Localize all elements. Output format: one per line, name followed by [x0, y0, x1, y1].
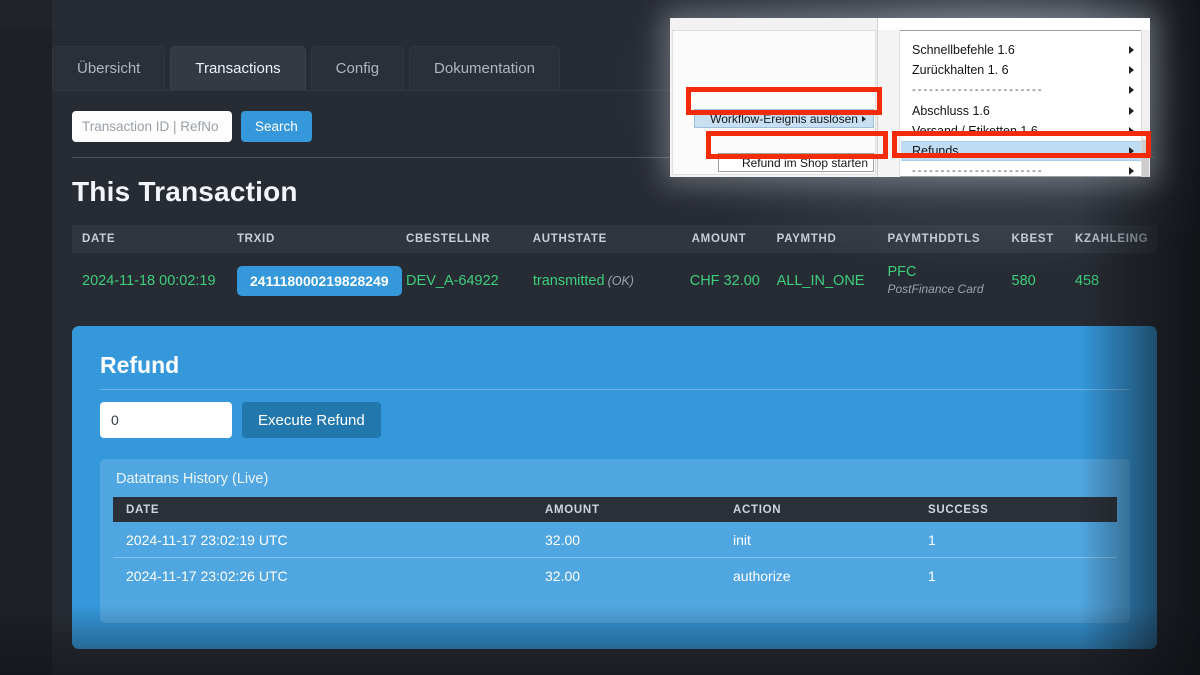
col-header-kzahleing: KZAHLEING	[1074, 233, 1149, 245]
tab-label: Übersicht	[77, 60, 141, 77]
cell-cbestellnr: DEV_A-64922	[406, 273, 499, 289]
tab-label: Dokumentation	[434, 60, 535, 77]
menu-item-versand-etiketten[interactable]: Versand / Etiketten 1.6	[901, 121, 1141, 141]
execute-refund-button[interactable]: Execute Refund	[242, 402, 381, 438]
menu-item-abschluss[interactable]: Abschluss 1.6	[901, 101, 1141, 121]
col-header-amount: AMOUNT	[691, 233, 747, 245]
chevron-right-icon	[862, 115, 866, 122]
authstate-value: transmitted	[532, 273, 605, 289]
cell-amount: CHF 32.00	[689, 273, 760, 289]
menu-item-label: Schnellbefehle 1.6	[912, 43, 1015, 57]
hist-col-header-success: SUCCESS	[928, 503, 989, 516]
hist-cell-amount: 32.00	[545, 531, 581, 548]
tab-bar: Übersicht Transactions Config Dokumentat…	[52, 46, 560, 90]
menu-item-schnellbefehle[interactable]: Schnellbefehle 1.6	[901, 40, 1141, 60]
chevron-right-icon	[1129, 107, 1134, 115]
menu-item-zurueckhalten[interactable]: Zurückhalten 1. 6	[901, 60, 1141, 80]
menu-separator-label: - - - - - - - - - - - - - - - - - - - - …	[912, 165, 1042, 177]
authstate-note: (OK)	[607, 274, 634, 288]
scrollbar-thumb[interactable]	[1142, 140, 1149, 177]
tab-label: Config	[335, 60, 380, 77]
search-button[interactable]: Search	[241, 111, 312, 142]
hist-cell-action: authorize	[733, 568, 791, 584]
tab-uebersicht[interactable]: Übersicht	[52, 46, 166, 90]
context-menu-overlay: Schnellbefehle 1.6 Zurückhalten 1. 6 - -…	[670, 18, 1150, 177]
chevron-right-icon	[1129, 167, 1134, 175]
menu-item-label: Versand / Etiketten 1.6	[912, 124, 1038, 138]
datatrans-history-title: Datatrans History (Live)	[116, 471, 269, 487]
search-row: Search	[72, 111, 312, 142]
transaction-table: DATE TRXID CBESTELLNR AUTHSTATE AMOUNT P…	[72, 225, 1157, 309]
tab-dokumentation[interactable]: Dokumentation	[409, 46, 560, 90]
refund-panel-divider	[100, 389, 1130, 390]
menu-item-refunds[interactable]: Refunds	[901, 141, 1141, 161]
screenshot-root: Übersicht Transactions Config Dokumentat…	[0, 0, 1200, 675]
cell-paymthd: ALL_IN_ONE	[776, 273, 865, 289]
col-header-date: DATE	[82, 233, 116, 245]
refund-form: Execute Refund	[100, 402, 381, 438]
table-row[interactable]: 2024-11-18 00:02:19 241118000219828249 D…	[72, 253, 1157, 309]
menu-separator-2: - - - - - - - - - - - - - - - - - - - - …	[901, 161, 1141, 177]
datatrans-history-table: DATE AMOUNT ACTION SUCCESS 2024-11-17 23…	[113, 497, 1117, 594]
hist-cell-action: init	[733, 531, 751, 548]
menu-item-label: Refunds	[912, 144, 959, 158]
chevron-right-icon	[1129, 86, 1134, 94]
hist-col-header-amount: AMOUNT	[545, 503, 600, 516]
chevron-right-icon	[1129, 46, 1134, 54]
hist-col-header-date: DATE	[126, 503, 160, 516]
context-menu-icon-gutter	[878, 30, 900, 177]
refund-panel: Refund Execute Refund Datatrans History …	[72, 326, 1157, 649]
chevron-right-icon	[1129, 127, 1134, 135]
history-table-header: DATE AMOUNT ACTION SUCCESS	[113, 497, 1117, 522]
cell-authstate: transmitted (OK)	[533, 273, 674, 289]
paymthddtls-name: PostFinance Card	[887, 281, 984, 296]
menu-item-label: Abschluss 1.6	[912, 104, 990, 118]
chevron-right-icon	[1129, 66, 1134, 74]
tab-transactions[interactable]: Transactions	[170, 46, 306, 90]
cell-trxid: 241118000219828249	[236, 266, 406, 296]
hist-cell-amount: 32.00	[545, 568, 581, 584]
trxid-pill[interactable]: 241118000219828249	[236, 266, 402, 296]
table-row: 2024-11-17 23:02:19 UTC 32.00 init 1	[113, 522, 1117, 558]
hist-col-header-action: ACTION	[733, 503, 782, 516]
col-header-cbestellnr: CBESTELLNR	[406, 233, 491, 245]
hist-cell-success: 1	[928, 531, 936, 548]
hist-cell-date: 2024-11-17 23:02:19 UTC	[126, 531, 288, 548]
page-title: This Transaction	[72, 176, 298, 207]
chevron-right-icon	[1129, 147, 1134, 155]
refund-panel-title: Refund	[100, 352, 180, 378]
refund-amount-input[interactable]	[100, 402, 232, 438]
submenu-label: Workflow-Ereignis auslösen	[710, 111, 858, 126]
submenu-label: Refund im Shop starten	[741, 155, 869, 170]
context-menu-scrollbar[interactable]	[1141, 30, 1150, 177]
left-gutter	[0, 0, 52, 675]
tab-label: Transactions	[195, 60, 281, 77]
table-row: 2024-11-17 23:02:26 UTC 32.00 authorize …	[113, 558, 1117, 594]
hist-cell-date: 2024-11-17 23:02:26 UTC	[126, 568, 288, 584]
hist-cell-success: 1	[928, 568, 936, 584]
paymthddtls-code: PFC	[887, 264, 917, 281]
cell-kbest: 580	[1011, 273, 1036, 289]
col-header-trxid: TRXID	[236, 233, 275, 245]
submenu-workflow-ereignis-ausloesen[interactable]: Workflow-Ereignis auslösen	[694, 109, 874, 128]
cell-date: 2024-11-18 00:02:19	[82, 273, 216, 289]
tab-config[interactable]: Config	[310, 46, 405, 90]
col-header-kbest: KBEST	[1011, 233, 1055, 245]
menu-separator-1: - - - - - - - - - - - - - - - - - - - - …	[901, 80, 1141, 100]
menu-separator-label: - - - - - - - - - - - - - - - - - - - - …	[912, 84, 1042, 96]
cell-kzahleing: 458	[1074, 273, 1100, 289]
transaction-table-header: DATE TRXID CBESTELLNR AUTHSTATE AMOUNT P…	[72, 225, 1157, 253]
col-header-authstate: AUTHSTATE	[532, 233, 608, 245]
col-header-paymthd: PAYMTHD	[776, 233, 837, 245]
datatrans-history-card: Datatrans History (Live) DATE AMOUNT ACT…	[100, 459, 1130, 623]
submenu-refund-im-shop-starten[interactable]: Refund im Shop starten	[718, 153, 874, 172]
cell-paymthddtls: PFC PostFinance Card	[877, 264, 1005, 297]
search-input[interactable]	[72, 111, 232, 142]
menu-item-label: Zurückhalten 1. 6	[912, 63, 1009, 77]
col-header-paymthddtls: PAYMTHDDTLS	[887, 233, 981, 245]
